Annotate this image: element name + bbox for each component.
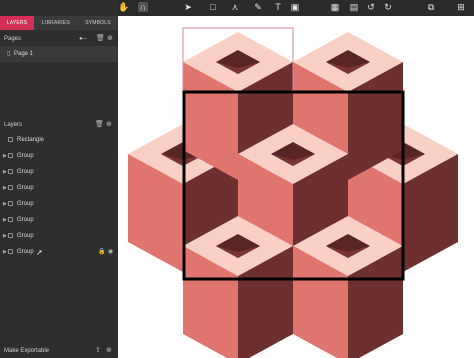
pages-title: Pages — [4, 36, 22, 42]
pages-header: Pages ●─ 🗑 ⊕ — [0, 32, 118, 46]
eye-icon[interactable]: ◉ — [108, 244, 113, 260]
layer-label: Group — [17, 185, 34, 191]
panel-tabs: LAYERS LIBRARIES SYMBOLS — [0, 16, 118, 30]
caret-right-icon[interactable]: ▶ — [3, 180, 7, 196]
canvas[interactable] — [118, 16, 474, 358]
rotate-right-icon[interactable]: ↻ — [383, 2, 393, 12]
hand-icon[interactable]: ✋ — [118, 2, 129, 12]
footer: Make Exportable ⇪ ⊕ — [0, 344, 118, 358]
pencil-icon[interactable]: ✎ — [253, 2, 263, 12]
cursor-icon: ➚ — [36, 248, 43, 257]
layer-label: Group — [17, 153, 34, 159]
export-icon[interactable]: ⇪ — [95, 344, 101, 358]
ungroup-icon[interactable]: ▤ — [349, 2, 359, 12]
cube-bottom-right — [293, 216, 403, 358]
align-icon[interactable]: ⊞ — [456, 2, 466, 12]
layer-item-group[interactable]: ▶ Group — [0, 180, 118, 196]
group-icon — [8, 201, 13, 206]
group-icon — [8, 233, 13, 238]
caret-right-icon[interactable]: ▶ — [3, 212, 7, 228]
layers-panel: LAYERS LIBRARIES SYMBOLS Pages ●─ 🗑 ⊕ ▯ … — [0, 0, 118, 358]
page-label: Page 1 — [14, 51, 34, 57]
layer-item-group[interactable]: ▶ Group — [0, 228, 118, 244]
layer-item-group[interactable]: ▶ Group — [0, 148, 118, 164]
image-icon[interactable]: ▣ — [290, 2, 300, 12]
rectangle-icon[interactable]: □ — [208, 2, 218, 12]
layer-item-group[interactable]: ▶ Group ➚ 🔒 ◉ — [0, 244, 118, 260]
caret-right-icon[interactable]: ▶ — [3, 228, 7, 244]
layer-item-rectangle[interactable]: Rectangle — [0, 132, 118, 148]
add-layer-icon[interactable]: ⊕ — [106, 118, 112, 132]
layers-title: Layers — [4, 122, 23, 128]
group-icon — [8, 249, 13, 254]
caret-right-icon[interactable]: ▶ — [3, 148, 7, 164]
group-icon — [8, 185, 13, 190]
group-icon[interactable]: ▦ — [330, 2, 340, 12]
layer-label: Group — [17, 233, 34, 239]
tab-layers[interactable]: LAYERS — [0, 16, 34, 30]
caret-right-icon[interactable]: ▶ — [3, 244, 7, 260]
layer-item-group[interactable]: ▶ Group — [0, 164, 118, 180]
layers-header: Layers 🗑 ⊕ — [0, 118, 118, 132]
layer-label: Group — [17, 249, 34, 255]
trash-icon[interactable]: 🗑 — [96, 32, 105, 46]
magnet-icon[interactable]: ∩ — [138, 2, 148, 12]
pen-icon[interactable]: ⋏ — [230, 2, 240, 12]
layer-label: Group — [17, 201, 34, 207]
make-exportable-button[interactable]: Make Exportable — [4, 344, 49, 358]
lock-icon[interactable]: 🔒 — [98, 244, 105, 260]
cube-artwork[interactable] — [118, 16, 474, 358]
layer-label: Group — [17, 217, 34, 223]
pointer-icon[interactable]: ➤ — [183, 2, 193, 12]
caret-right-icon[interactable]: ▶ — [3, 164, 7, 180]
rotate-left-icon[interactable]: ↺ — [366, 2, 376, 12]
layer-item-group[interactable]: ▶ Group — [0, 196, 118, 212]
group-icon — [8, 153, 13, 158]
layer-label: Group — [17, 169, 34, 175]
page-icon: ▯ — [7, 51, 11, 57]
flip-icon[interactable]: ⧉ — [426, 2, 436, 12]
add-page-icon[interactable]: ⊕ — [107, 32, 113, 46]
add-export-icon[interactable]: ⊕ — [106, 344, 112, 358]
layer-item-group[interactable]: ▶ Group — [0, 212, 118, 228]
caret-right-icon[interactable]: ▶ — [3, 196, 7, 212]
toggle-icon[interactable]: ●─ — [79, 32, 87, 46]
group-icon — [8, 169, 13, 174]
tab-symbols[interactable]: SYMBOLS — [78, 16, 118, 30]
page-item[interactable]: ▯ Page 1 — [0, 46, 118, 62]
trash-icon[interactable]: 🗑 — [95, 118, 104, 132]
rectangle-icon — [8, 137, 13, 142]
text-icon[interactable]: T — [273, 2, 283, 12]
tab-libraries[interactable]: LIBRARIES — [34, 16, 78, 30]
group-icon — [8, 217, 13, 222]
layer-label: Rectangle — [17, 137, 45, 143]
cube-bottom-left — [183, 216, 293, 358]
